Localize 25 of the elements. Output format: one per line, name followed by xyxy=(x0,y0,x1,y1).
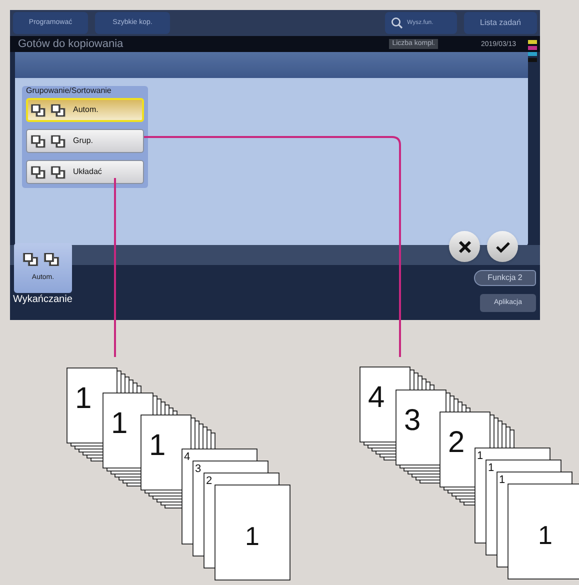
sheet-number: 3 xyxy=(404,404,421,437)
close-icon xyxy=(458,240,472,254)
search-icon xyxy=(391,17,403,29)
sheet-number: 1 xyxy=(75,382,92,415)
sheet-number: 1 xyxy=(245,521,260,551)
group-title: Grupowanie/Sortowanie xyxy=(26,85,112,96)
check-icon xyxy=(496,240,510,252)
sheet-number: 1 xyxy=(538,520,552,550)
option-button[interactable]: Grup. xyxy=(26,129,144,153)
sheet-number: 2 xyxy=(448,426,465,459)
sheet-number: 1 xyxy=(477,450,484,462)
option-button[interactable]: Układać xyxy=(26,160,144,184)
sheet-number: 4 xyxy=(368,381,385,414)
sheet-number: 1 xyxy=(488,462,494,474)
sheet-number: 1 xyxy=(499,474,506,486)
option-button[interactable]: Autom. xyxy=(26,98,144,122)
sheet-number: 1 xyxy=(149,429,166,462)
sheet-number: 3 xyxy=(195,463,202,475)
sheet-number: 1 xyxy=(111,407,128,440)
section-caption: Wykańczanie xyxy=(13,295,72,305)
side-button[interactable]: Funkcja 2 xyxy=(474,270,536,286)
job-list-button[interactable]: Lista zadań xyxy=(464,12,537,34)
sheet-number: 2 xyxy=(206,475,212,487)
status-title: Gotów do kopiowania xyxy=(18,38,124,50)
sheet-number: 4 xyxy=(184,451,190,463)
